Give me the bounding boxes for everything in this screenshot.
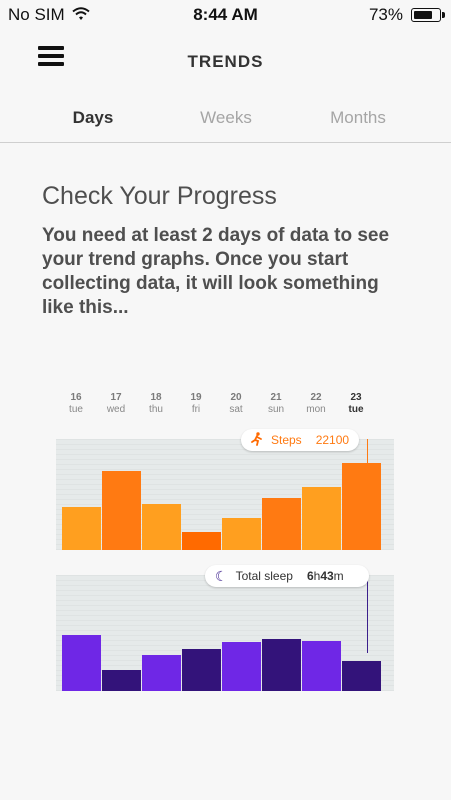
sleep-bar (302, 641, 341, 691)
steps-bar (262, 498, 301, 550)
running-person-icon (251, 431, 263, 449)
steps-bar (142, 504, 181, 550)
date-number: 17 (110, 392, 122, 403)
date-weekday: fri (191, 404, 201, 415)
period-tabs: Days Weeks Months (0, 96, 451, 143)
progress-heading: Check Your Progress (42, 182, 277, 210)
date-column: 22 mon (296, 392, 336, 416)
sleep-marker-line (367, 575, 368, 653)
trend-preview: 16 tue 17 wed 18 thu 19 fri 20 sat 21 sun 22 mon 23 tue… (56, 392, 398, 702)
page-title: TRENDS (187, 52, 264, 71)
sleep-label: Total sleep (235, 569, 293, 583)
tab-days[interactable]: Days (33, 108, 153, 128)
steps-marker-line (367, 439, 368, 499)
sleep-minutes: 43 (320, 569, 334, 583)
date-number: 18 (150, 392, 162, 403)
sleep-pill: ☾ Total sleep 6 h 43 m (205, 565, 369, 587)
date-weekday: tue (69, 404, 83, 415)
tab-weeks[interactable]: Weeks (166, 108, 286, 128)
sleep-bar (222, 642, 261, 691)
steps-bar (62, 507, 101, 550)
steps-bar (342, 463, 381, 550)
sleep-bar (142, 655, 181, 691)
steps-bar (302, 487, 341, 550)
date-column: 16 tue (56, 392, 96, 416)
date-number: 16 (70, 392, 82, 403)
sleep-hours-unit: h (313, 569, 321, 583)
sleep-hours: 6 (306, 569, 314, 583)
steps-label: Steps (271, 433, 302, 447)
sleep-bar (262, 639, 301, 691)
date-column: 19 fri (176, 392, 216, 416)
moon-icon: ☾ (215, 567, 228, 584)
date-weekday: thu (149, 404, 163, 415)
date-column: 18 thu (136, 392, 176, 416)
date-weekday: sat (229, 404, 243, 415)
status-bar: No SIM 8:44 AM 73% (0, 0, 451, 30)
steps-value: 22100 (315, 433, 350, 447)
sleep-bar (182, 649, 221, 691)
progress-description: You need at least 2 days of data to see … (42, 225, 390, 318)
nav-bar: TRENDS (0, 30, 451, 94)
sleep-chart (56, 575, 394, 691)
date-number: 20 (230, 392, 242, 403)
date-number: 23 (350, 392, 362, 403)
date-weekday: tue (348, 404, 364, 415)
date-column: 17 wed (96, 392, 136, 416)
date-number: 19 (190, 392, 202, 403)
sleep-bar (62, 635, 101, 691)
date-weekday: mon (306, 404, 326, 415)
sleep-bar (342, 661, 381, 691)
steps-bar (102, 471, 141, 550)
steps-bar (182, 532, 221, 550)
battery-icon (411, 8, 445, 22)
date-column: 23 tue (336, 392, 376, 416)
steps-pill: Steps 22100 (241, 429, 360, 451)
steps-bar (222, 518, 261, 550)
date-number: 21 (270, 392, 282, 403)
date-column: 20 sat (216, 392, 256, 416)
battery-percentage: 73% (368, 5, 403, 24)
date-weekday: wed (106, 404, 126, 415)
date-column: 21 sun (256, 392, 296, 416)
sleep-minutes-unit: m (333, 569, 344, 583)
sleep-bar (102, 670, 141, 691)
date-weekday: sun (267, 404, 285, 415)
tab-months[interactable]: Months (298, 108, 418, 128)
date-number: 22 (310, 392, 322, 403)
steps-chart (56, 439, 394, 550)
